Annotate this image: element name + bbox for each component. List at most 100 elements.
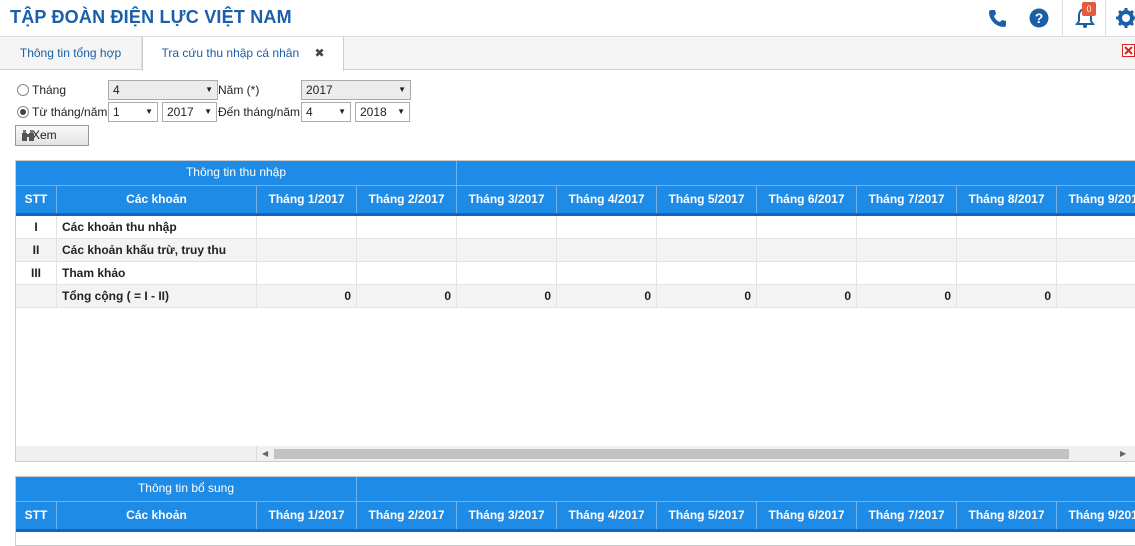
chevron-down-icon: ▼ bbox=[398, 85, 406, 94]
column-header-month: Tháng 7/2017 bbox=[857, 501, 957, 529]
cell-value bbox=[257, 262, 357, 285]
tab-thong-tin-tong-hop[interactable]: Thông tin tổng hợp bbox=[0, 37, 142, 70]
column-header-month: Tháng 9/2017 bbox=[1057, 185, 1135, 213]
tab-label: Thông tin tổng hợp bbox=[19, 46, 122, 60]
cell-value: 0 bbox=[857, 285, 957, 308]
supplement-grid: Thông tin bổ sung STT Các khoản Tháng 1/20… bbox=[15, 476, 1135, 546]
column-header-month: Tháng 6/2017 bbox=[757, 501, 857, 529]
cell-cac-khoan: Các khoản thu nhập bbox=[57, 216, 257, 239]
cell-value bbox=[757, 216, 857, 239]
cell-value bbox=[857, 216, 957, 239]
column-header-month: Tháng 5/2017 bbox=[657, 185, 757, 213]
cell-value bbox=[457, 239, 557, 262]
column-header-month: Tháng 6/2017 bbox=[757, 185, 857, 213]
tab-label: Tra cứu thu nhập cá nhân bbox=[161, 46, 300, 60]
xem-button[interactable]: Xem bbox=[15, 125, 89, 146]
column-header-month: Tháng 8/2017 bbox=[957, 501, 1057, 529]
column-header-month: Tháng 5/2017 bbox=[657, 501, 757, 529]
cell-stt: II bbox=[16, 239, 57, 262]
radio-tu-thang-nam[interactable] bbox=[17, 106, 29, 118]
svg-text:?: ? bbox=[1035, 10, 1044, 26]
select-value: 4 bbox=[113, 83, 120, 97]
cell-cac-khoan: Tham khảo bbox=[57, 262, 257, 285]
select-den-thang[interactable]: 4 ▼ bbox=[301, 102, 351, 122]
cell-value bbox=[757, 262, 857, 285]
cell-value: 0 bbox=[757, 285, 857, 308]
cell-value bbox=[657, 216, 757, 239]
scroll-left-icon[interactable]: ◀ bbox=[262, 449, 268, 458]
group-header-filler bbox=[357, 477, 1135, 502]
cell-value bbox=[257, 239, 357, 262]
cell-value: 0 bbox=[357, 285, 457, 308]
select-value: 4 bbox=[306, 105, 313, 119]
cell-value bbox=[657, 239, 757, 262]
scroll-right-icon[interactable]: ▶ bbox=[1120, 449, 1126, 458]
cell-value: 0 bbox=[257, 285, 357, 308]
select-tu-nam[interactable]: 2017 ▼ bbox=[162, 102, 217, 122]
cell-value bbox=[957, 216, 1057, 239]
table-row[interactable]: Tổng cộng ( = I - II) 0 0 0 0 0 0 0 0 bbox=[16, 285, 1135, 308]
label-tu-thang-nam: Từ tháng/năm bbox=[32, 105, 108, 119]
notification-badge: 0 bbox=[1082, 2, 1096, 16]
tab-bar: Thông tin tổng hợp Tra cứu thu nhập cá n… bbox=[0, 37, 1135, 71]
brand-title: TẬP ĐOÀN ĐIỆN LỰC VIỆT NAM bbox=[10, 7, 292, 27]
header-underline bbox=[16, 529, 1135, 532]
select-nam[interactable]: 2017 ▼ bbox=[301, 80, 411, 100]
cell-cac-khoan: Tổng cộng ( = I - II) bbox=[57, 285, 257, 308]
scroll-thumb[interactable] bbox=[274, 449, 1069, 459]
select-value: 2018 bbox=[360, 105, 387, 119]
cell-value bbox=[857, 239, 957, 262]
chevron-down-icon: ▼ bbox=[205, 85, 213, 94]
cell-value bbox=[557, 262, 657, 285]
select-thang[interactable]: 4 ▼ bbox=[108, 80, 218, 100]
cell-value bbox=[1057, 216, 1135, 239]
cell-value bbox=[1057, 285, 1135, 308]
chevron-down-icon: ▼ bbox=[397, 107, 405, 116]
radio-thang[interactable] bbox=[17, 84, 29, 96]
xem-label: Xem bbox=[32, 128, 57, 142]
cell-value bbox=[1057, 262, 1135, 285]
table-row[interactable]: III Tham khảo bbox=[16, 262, 1135, 285]
close-all-tabs-icon[interactable] bbox=[1122, 44, 1135, 57]
select-den-nam[interactable]: 2018 ▼ bbox=[355, 102, 410, 122]
cell-value bbox=[257, 216, 357, 239]
income-grid: Thông tin thu nhập STT Các khoản Tháng 1/2… bbox=[15, 160, 1135, 462]
column-header-month: Tháng 8/2017 bbox=[957, 185, 1057, 213]
select-value: 1 bbox=[113, 105, 120, 119]
table-row[interactable]: II Các khoản khấu trừ, truy thu bbox=[16, 239, 1135, 262]
cell-stt: III bbox=[16, 262, 57, 285]
close-tab-icon[interactable]: ✖ bbox=[314, 37, 324, 69]
cell-value: 0 bbox=[657, 285, 757, 308]
cell-value: 0 bbox=[957, 285, 1057, 308]
cell-value bbox=[557, 239, 657, 262]
column-header-month: Tháng 1/2017 bbox=[257, 501, 357, 529]
table-row[interactable]: I Các khoản thu nhập bbox=[16, 216, 1135, 239]
phone-icon[interactable] bbox=[987, 8, 1007, 28]
column-header-cac-khoan: Các khoản bbox=[57, 501, 257, 529]
cell-value bbox=[757, 239, 857, 262]
column-header-stt: STT bbox=[16, 501, 57, 529]
cell-value bbox=[957, 239, 1057, 262]
column-header-stt: STT bbox=[16, 185, 57, 213]
help-icon[interactable]: ? bbox=[1029, 8, 1049, 28]
app-header: TẬP ĐOÀN ĐIỆN LỰC VIỆT NAM ? 0 bbox=[0, 0, 1135, 37]
chevron-down-icon: ▼ bbox=[338, 107, 346, 116]
horizontal-scrollbar[interactable]: ◀ ▶ bbox=[16, 446, 1135, 461]
cell-value bbox=[357, 216, 457, 239]
cell-value bbox=[457, 262, 557, 285]
select-value: 2017 bbox=[167, 105, 194, 119]
select-tu-thang[interactable]: 1 ▼ bbox=[108, 102, 158, 122]
tab-tra-cuu-thu-nhap[interactable]: Tra cứu thu nhập cá nhân ✖ bbox=[142, 37, 344, 71]
column-header-cac-khoan: Các khoản bbox=[57, 185, 257, 213]
column-header-month: Tháng 1/2017 bbox=[257, 185, 357, 213]
column-header-month: Tháng 2/2017 bbox=[357, 501, 457, 529]
column-header-month: Tháng 3/2017 bbox=[457, 501, 557, 529]
binoculars-icon bbox=[22, 130, 34, 141]
group-header-thu-nhap: Thông tin thu nhập bbox=[16, 161, 457, 186]
cell-value bbox=[457, 216, 557, 239]
column-header-month: Tháng 3/2017 bbox=[457, 185, 557, 213]
column-header-month: Tháng 9/2017 bbox=[1057, 501, 1135, 529]
gear-icon[interactable] bbox=[1116, 8, 1135, 28]
column-header-month: Tháng 4/2017 bbox=[557, 501, 657, 529]
label-nam: Năm (*) bbox=[218, 83, 260, 97]
